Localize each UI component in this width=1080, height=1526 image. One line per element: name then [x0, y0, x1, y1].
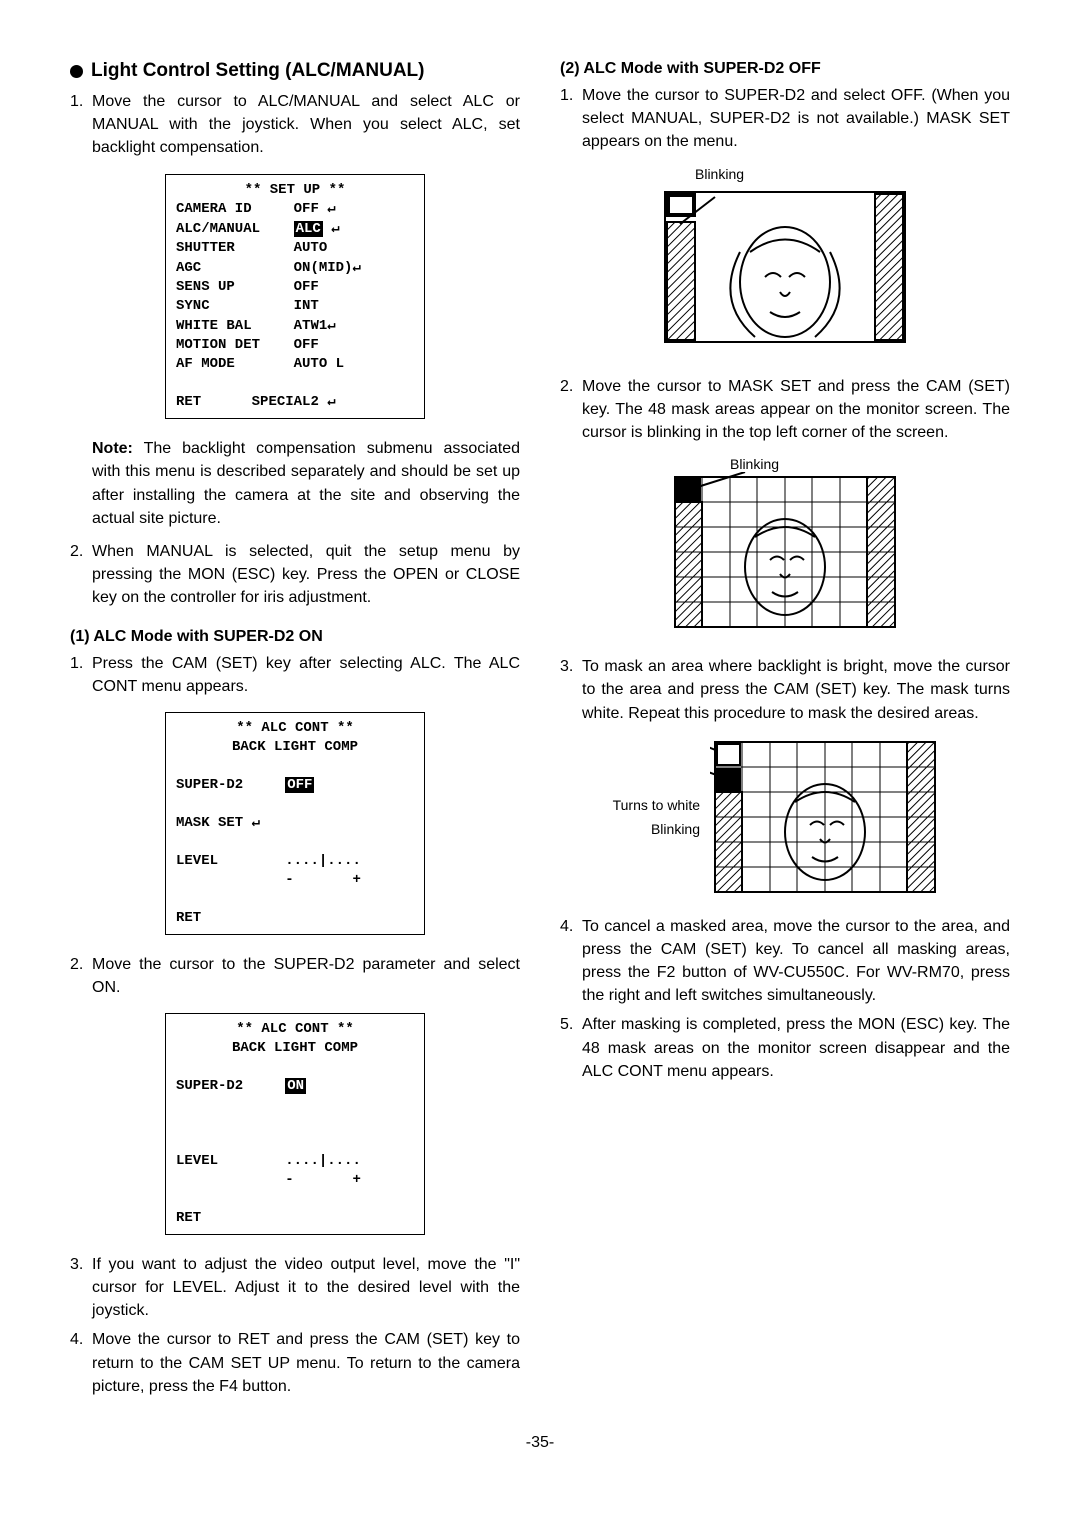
section-title: Light Control Setting (ALC/MANUAL) [70, 60, 520, 82]
item-text: To mask an area where backlight is brigh… [582, 655, 1010, 725]
list-item: 1. Press the CAM (SET) key after selecti… [70, 652, 520, 698]
note-block: Note: The backlight compensation submenu… [92, 437, 520, 530]
page-layout: Light Control Setting (ALC/MANUAL) 1. Mo… [70, 60, 1010, 1404]
figure-label: Blinking [613, 821, 700, 837]
figure-mask-2: Blinking [670, 456, 900, 637]
mask-grid-white-illustration-icon [710, 737, 940, 897]
item-number: 2. [70, 953, 92, 999]
figure-mask-3: Turns to white Blinking [600, 737, 940, 897]
osd-alc-cont-on: ** ALC CONT **BACK LIGHT COMP SUPER-D2 O… [165, 1013, 425, 1235]
list-item: 5. After masking is completed, press the… [560, 1013, 1010, 1083]
item-number: 5. [560, 1013, 582, 1083]
item-text: Move the cursor to ALC/MANUAL and select… [92, 90, 520, 160]
left-column: Light Control Setting (ALC/MANUAL) 1. Mo… [70, 60, 520, 1404]
item-text: Press the CAM (SET) key after selecting … [92, 652, 520, 698]
mask-grid-illustration-icon [670, 472, 900, 632]
item-number: 2. [560, 375, 582, 445]
item-number: 3. [560, 655, 582, 725]
item-number: 2. [70, 540, 92, 610]
osd-setup-menu: ** SET UP **CAMERA ID OFF ↵ ALC/MANUAL A… [165, 174, 425, 420]
item-text: Move the cursor to SUPER-D2 and select O… [582, 84, 1010, 154]
item-text: Move the cursor to the SUPER-D2 paramete… [92, 953, 520, 999]
item-text: If you want to adjust the video output l… [92, 1253, 520, 1323]
item-number: 3. [70, 1253, 92, 1323]
note-text: The backlight compensation submenu assoc… [92, 440, 520, 527]
list-item: 1. Move the cursor to SUPER-D2 and selec… [560, 84, 1010, 154]
osd-title: ** SET UP ** [176, 181, 414, 200]
figure-label: Turns to white [613, 797, 700, 813]
osd-alc-cont-off: ** ALC CONT **BACK LIGHT COMP SUPER-D2 O… [165, 712, 425, 935]
figure-labels-row: Turns to white Blinking [600, 737, 940, 897]
figure-label: Blinking [730, 456, 900, 472]
mask-illustration-icon [655, 182, 915, 352]
list-item: 3. To mask an area where backlight is br… [560, 655, 1010, 725]
figure-label: Blinking [695, 166, 915, 182]
item-text: Move the cursor to RET and press the CAM… [92, 1328, 520, 1398]
item-number: 1. [70, 90, 92, 160]
item-number: 1. [560, 84, 582, 154]
list-item: 2. When MANUAL is selected, quit the set… [70, 540, 520, 610]
item-number: 4. [70, 1328, 92, 1398]
item-text: To cancel a masked area, move the cursor… [582, 915, 1010, 1008]
page-number: -35- [70, 1434, 1010, 1452]
list-item: 3. If you want to adjust the video outpu… [70, 1253, 520, 1323]
list-item: 2. Move the cursor to MASK SET and press… [560, 375, 1010, 445]
right-column: (2) ALC Mode with SUPER-D2 OFF 1. Move t… [560, 60, 1010, 1404]
sub-heading: (1) ALC Mode with SUPER-D2 ON [70, 628, 520, 646]
figure-mask-1: Blinking [655, 166, 915, 357]
bullet-icon [70, 65, 83, 78]
list-item: 1. Move the cursor to ALC/MANUAL and sel… [70, 90, 520, 160]
item-text: After masking is completed, press the MO… [582, 1013, 1010, 1083]
list-item: 4. To cancel a masked area, move the cur… [560, 915, 1010, 1008]
item-text: Move the cursor to MASK SET and press th… [582, 375, 1010, 445]
item-text: When MANUAL is selected, quit the setup … [92, 540, 520, 610]
list-item: 2. Move the cursor to the SUPER-D2 param… [70, 953, 520, 999]
note-label: Note: [92, 440, 133, 457]
item-number: 4. [560, 915, 582, 1008]
list-item: 4. Move the cursor to RET and press the … [70, 1328, 520, 1398]
item-number: 1. [70, 652, 92, 698]
sub-heading: (2) ALC Mode with SUPER-D2 OFF [560, 60, 1010, 78]
section-title-text: Light Control Setting (ALC/MANUAL) [91, 60, 424, 82]
